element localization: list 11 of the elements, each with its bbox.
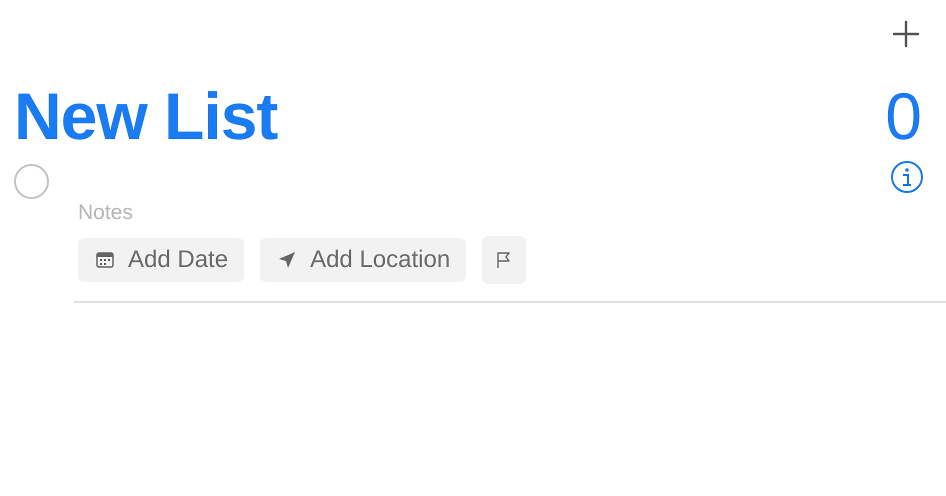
- list-title: New List: [14, 78, 278, 154]
- add-date-button[interactable]: Add Date: [78, 238, 244, 282]
- reminder-count: 0: [885, 78, 922, 154]
- flag-button[interactable]: [482, 236, 526, 284]
- flag-icon: [496, 251, 512, 269]
- complete-checkbox[interactable]: [14, 164, 49, 199]
- add-location-button[interactable]: Add Location: [260, 238, 466, 282]
- location-arrow-icon: [278, 251, 296, 269]
- calendar-icon: [96, 252, 114, 268]
- info-icon[interactable]: [890, 160, 924, 194]
- add-icon[interactable]: [892, 20, 920, 48]
